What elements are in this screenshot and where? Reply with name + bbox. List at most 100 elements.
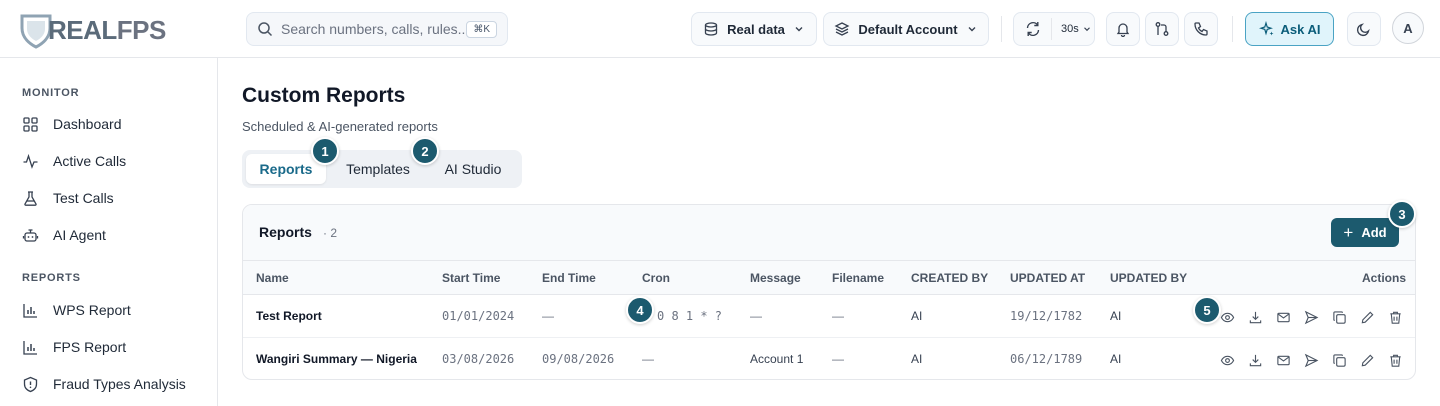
column-header-updated-by[interactable]: UPDATED BY bbox=[1110, 271, 1187, 285]
data-source-select[interactable]: Real data bbox=[691, 12, 817, 46]
phone-button[interactable] bbox=[1184, 12, 1218, 46]
avatar[interactable]: A bbox=[1392, 12, 1424, 44]
cell-end-time: — bbox=[542, 309, 554, 323]
search-input[interactable]: Search numbers, calls, rules... ⌘K bbox=[246, 12, 508, 46]
cell-updated-at: 19/12/1782 bbox=[1010, 309, 1083, 323]
column-header-end-time[interactable]: End Time bbox=[542, 271, 596, 285]
sidebar: MONITOR Dashboard Active Calls Test Call… bbox=[0, 58, 218, 406]
brand-name: REALFPS bbox=[48, 14, 166, 45]
ask-ai-button[interactable]: Ask AI bbox=[1245, 12, 1334, 46]
download-icon bbox=[1249, 354, 1261, 366]
flask-icon bbox=[24, 190, 37, 206]
account-select[interactable]: Default Account bbox=[823, 12, 989, 46]
chevron-down-icon bbox=[1083, 27, 1090, 32]
column-header-cron[interactable]: Cron bbox=[642, 271, 670, 285]
sidebar-item-test-calls[interactable]: Test Calls bbox=[22, 186, 114, 210]
sidebar-item-dashboard[interactable]: Dashboard bbox=[22, 112, 122, 136]
account-label: Default Account bbox=[858, 21, 958, 37]
email-button[interactable] bbox=[1269, 308, 1297, 326]
column-header-filename[interactable]: Filename bbox=[832, 271, 884, 285]
reports-count: · 2 bbox=[323, 226, 338, 240]
cell-message: — bbox=[750, 309, 762, 323]
sidebar-item-label: Fraud Types Analysis bbox=[53, 376, 186, 392]
column-header-actions: Actions bbox=[1362, 271, 1407, 285]
reports-card: Reports · 2 + Add Name Start Time End Ti… bbox=[242, 204, 1416, 380]
row-actions bbox=[1213, 308, 1409, 326]
bot-icon bbox=[22, 228, 39, 242]
add-report-label: Add bbox=[1361, 225, 1387, 240]
download-button[interactable] bbox=[1241, 308, 1269, 326]
view-button[interactable] bbox=[1213, 351, 1241, 369]
copy-icon bbox=[1332, 353, 1346, 367]
tab-ai-studio[interactable]: AI Studio bbox=[430, 154, 516, 184]
edit-button[interactable] bbox=[1353, 351, 1381, 369]
send-button[interactable] bbox=[1297, 308, 1325, 326]
duplicate-button[interactable] bbox=[1325, 308, 1353, 326]
delete-button[interactable] bbox=[1381, 351, 1409, 369]
delete-button[interactable] bbox=[1381, 308, 1409, 326]
phone-icon bbox=[1194, 22, 1208, 36]
sidebar-item-fraud-types-analysis[interactable]: Fraud Types Analysis bbox=[22, 372, 186, 396]
activity-icon bbox=[23, 153, 38, 169]
layers-icon bbox=[834, 22, 850, 36]
duplicate-button[interactable] bbox=[1325, 351, 1353, 369]
cell-cron: 0 8 1 * ? bbox=[657, 309, 723, 323]
cell-updated-by: AI bbox=[1110, 352, 1122, 366]
sidebar-item-label: WPS Report bbox=[53, 302, 131, 318]
divider bbox=[1001, 16, 1002, 42]
refresh-control[interactable]: 30s bbox=[1013, 12, 1095, 46]
step-badge-1: 1 bbox=[311, 137, 339, 165]
step-badge-3: 3 bbox=[1388, 200, 1416, 228]
cell-start-time: 03/08/2026 bbox=[442, 352, 515, 366]
table-row[interactable]: Test Report 01/01/2024 — 0 8 1 * ? — — A… bbox=[243, 295, 1415, 338]
search-placeholder: Search numbers, calls, rules... bbox=[281, 21, 467, 37]
git-compare-icon bbox=[1155, 22, 1169, 36]
cell-name: Wangiri Summary — Nigeria bbox=[256, 352, 417, 366]
page-subtitle: Scheduled & AI-generated reports bbox=[242, 119, 438, 134]
database-icon bbox=[704, 22, 718, 36]
sidebar-item-wps-report[interactable]: WPS Report bbox=[22, 298, 131, 322]
column-header-start-time[interactable]: Start Time bbox=[442, 271, 500, 285]
tab-bar: Reports Templates AI Studio bbox=[242, 150, 522, 188]
send-button[interactable] bbox=[1297, 351, 1325, 369]
plus-icon: + bbox=[1343, 222, 1354, 242]
sidebar-item-active-calls[interactable]: Active Calls bbox=[22, 149, 126, 173]
send-icon bbox=[1304, 310, 1318, 324]
add-report-button[interactable]: + Add bbox=[1331, 218, 1399, 247]
download-button[interactable] bbox=[1241, 351, 1269, 369]
notifications-button[interactable] bbox=[1106, 12, 1140, 46]
sidebar-item-label: AI Agent bbox=[53, 227, 106, 243]
cell-start-time: 01/01/2024 bbox=[442, 309, 515, 323]
brand-logo[interactable]: REALFPS bbox=[16, 10, 166, 50]
column-header-updated-at[interactable]: UPDATED AT bbox=[1010, 271, 1085, 285]
sidebar-item-fps-report[interactable]: FPS Report bbox=[22, 335, 126, 359]
copy-icon bbox=[1332, 310, 1346, 324]
sidebar-section-monitor: MONITOR bbox=[22, 87, 80, 99]
column-header-created-by[interactable]: CREATED BY bbox=[911, 271, 988, 285]
step-badge-2: 2 bbox=[411, 137, 439, 165]
refresh-icon bbox=[1026, 21, 1040, 37]
refresh-interval: 30s bbox=[1061, 23, 1079, 35]
tab-templates[interactable]: Templates bbox=[330, 154, 426, 184]
mail-icon bbox=[1276, 355, 1290, 365]
theme-toggle[interactable] bbox=[1347, 12, 1381, 46]
column-header-message[interactable]: Message bbox=[750, 271, 801, 285]
step-badge-4: 4 bbox=[626, 296, 654, 324]
git-compare-button[interactable] bbox=[1145, 12, 1179, 46]
search-shortcut: ⌘K bbox=[466, 20, 497, 38]
sparkles-icon bbox=[1258, 21, 1273, 36]
bar-chart-icon bbox=[23, 340, 37, 355]
sidebar-item-label: FPS Report bbox=[53, 339, 127, 355]
sidebar-item-label: Test Calls bbox=[53, 190, 114, 206]
column-header-name[interactable]: Name bbox=[256, 271, 289, 285]
cell-cron: — bbox=[642, 352, 654, 366]
sidebar-item-ai-agent[interactable]: AI Agent bbox=[22, 223, 106, 247]
trash-icon bbox=[1389, 354, 1401, 367]
edit-button[interactable] bbox=[1353, 308, 1381, 326]
email-button[interactable] bbox=[1269, 351, 1297, 369]
table-header: Name Start Time End Time Cron Message Fi… bbox=[243, 261, 1415, 295]
page-title: Custom Reports bbox=[242, 84, 406, 107]
eye-icon bbox=[1220, 312, 1234, 322]
cell-end-time: 09/08/2026 bbox=[542, 352, 615, 366]
table-row[interactable]: Wangiri Summary — Nigeria 03/08/2026 09/… bbox=[243, 338, 1415, 379]
